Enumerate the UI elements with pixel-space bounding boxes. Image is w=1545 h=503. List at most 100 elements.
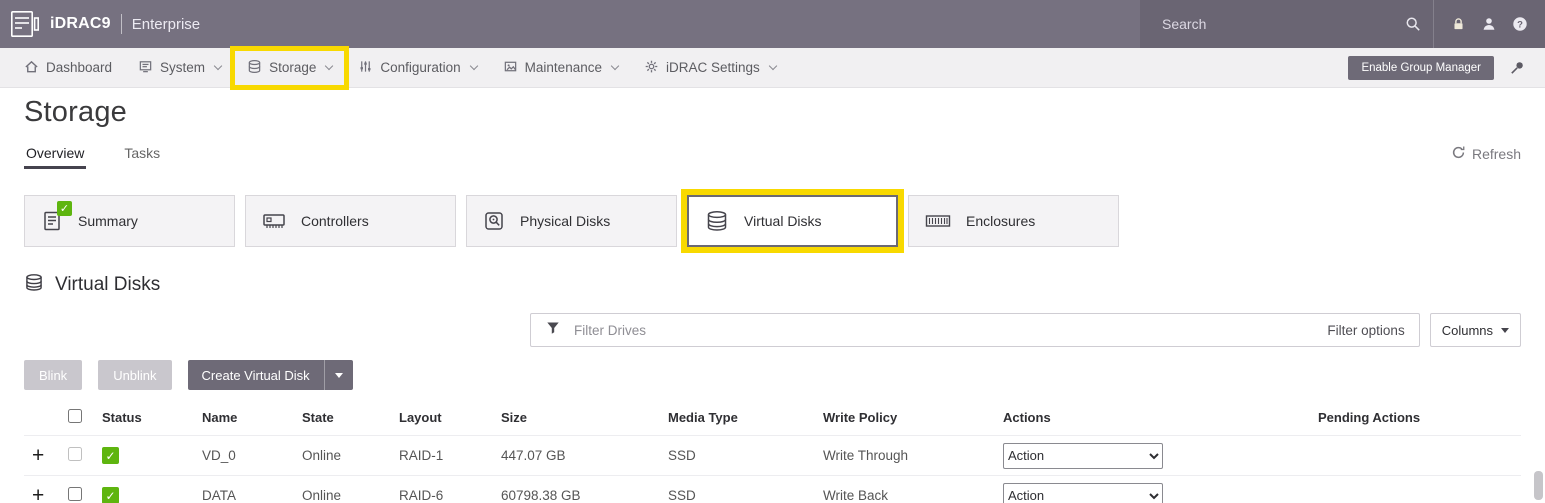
idrac-logo-icon[interactable] (10, 10, 40, 38)
nav-label: iDRAC Settings (666, 60, 760, 75)
table-header-row: Status Name State Layout Size Media Type… (24, 400, 1521, 436)
expand-row-button[interactable] (32, 490, 44, 503)
card-label: Summary (78, 213, 138, 229)
chevron-down-icon (325, 62, 333, 70)
card-summary[interactable]: Summary (24, 195, 235, 247)
refresh-button[interactable]: Refresh (1451, 145, 1521, 169)
status-ok-badge (57, 201, 72, 216)
row-checkbox[interactable] (68, 447, 82, 461)
card-label: Controllers (301, 213, 369, 229)
cell-name: DATA (194, 488, 294, 503)
create-virtual-disk-label[interactable]: Create Virtual Disk (188, 360, 324, 390)
section-header: Virtual Disks (24, 273, 1521, 297)
header-pending-actions: Pending Actions (1310, 410, 1521, 425)
card-virtual-disks[interactable]: Virtual Disks (687, 195, 898, 247)
card-label: Physical Disks (520, 213, 610, 229)
gear-icon (644, 59, 659, 77)
nav-dashboard[interactable]: Dashboard (12, 51, 124, 85)
table-row-data: DATA Online RAID-6 60798.38 GB SSD Write… (24, 476, 1521, 503)
idrac-storage-screen: iDRAC9 Enterprise ? (0, 0, 1545, 503)
caret-down-icon (335, 373, 343, 378)
header-size: Size (493, 410, 660, 425)
card-physical-disks[interactable]: Physical Disks (466, 195, 677, 247)
columns-label: Columns (1442, 323, 1493, 338)
summary-icon (41, 210, 63, 232)
search-area (1140, 0, 1434, 48)
storage-icon (247, 59, 262, 77)
search-input[interactable] (1160, 15, 1405, 33)
tab-tasks[interactable]: Tasks (122, 141, 162, 169)
physical-disk-icon (483, 210, 505, 232)
nav-system[interactable]: System (126, 51, 233, 85)
header-state: State (294, 410, 391, 425)
maintenance-icon (503, 59, 518, 77)
row-action-select[interactable]: Action (1003, 483, 1163, 503)
user-icon[interactable] (1481, 16, 1497, 32)
create-virtual-disk-caret[interactable] (324, 360, 353, 390)
filter-row: Filter options Columns (24, 313, 1521, 347)
unblink-button[interactable]: Unblink (98, 360, 171, 390)
nav-label: Dashboard (46, 60, 112, 75)
main-nav: Dashboard System Storage Configuration M… (0, 48, 1545, 88)
create-virtual-disk-button: Create Virtual Disk (188, 360, 353, 390)
nav-storage[interactable]: Storage (235, 51, 344, 85)
virtual-disks-icon (24, 273, 44, 297)
chevron-down-icon (469, 62, 477, 70)
header-name: Name (194, 410, 294, 425)
home-icon (24, 59, 39, 77)
nav-configuration[interactable]: Configuration (346, 51, 488, 85)
tabs-row: Overview Tasks Refresh (24, 139, 1521, 169)
table-body: VD_0 Online RAID-1 447.07 GB SSD Write T… (24, 436, 1521, 503)
system-icon (138, 59, 153, 77)
filter-drives-input[interactable] (572, 322, 1316, 339)
chevron-down-icon (611, 62, 619, 70)
filter-options-link[interactable]: Filter options (1327, 323, 1404, 338)
nav-maintenance[interactable]: Maintenance (491, 51, 630, 85)
search-icon[interactable] (1405, 16, 1421, 32)
chevron-down-icon (769, 62, 777, 70)
nav-label: Configuration (380, 60, 460, 75)
virtual-disk-icon (705, 210, 729, 232)
top-header: iDRAC9 Enterprise ? (0, 0, 1545, 48)
tab-overview[interactable]: Overview (24, 141, 86, 169)
row-action-select[interactable]: Action (1003, 443, 1163, 469)
header-status: Status (94, 410, 194, 425)
header-layout: Layout (391, 410, 493, 425)
brand-edition: Enterprise (132, 16, 200, 33)
svg-text:?: ? (1517, 19, 1523, 30)
card-enclosures[interactable]: Enclosures (908, 195, 1119, 247)
brand-divider (121, 14, 122, 34)
vertical-scrollbar-thumb[interactable] (1534, 471, 1543, 500)
cell-size: 60798.38 GB (493, 488, 660, 503)
cell-media-type: SSD (660, 488, 815, 503)
caret-down-icon (1501, 328, 1509, 333)
blink-button[interactable]: Blink (24, 360, 82, 390)
enable-group-manager-button[interactable]: Enable Group Manager (1348, 56, 1494, 80)
nav-label: Storage (269, 60, 316, 75)
sliders-icon (358, 59, 373, 77)
storage-nav-cards: Summary Controllers Physical Disks Virtu… (24, 195, 1521, 247)
header-write-policy: Write Policy (815, 410, 995, 425)
pin-icon[interactable] (1509, 60, 1525, 76)
nav-idrac-settings[interactable]: iDRAC Settings (632, 51, 788, 85)
lock-icon[interactable] (1451, 16, 1466, 32)
card-controllers[interactable]: Controllers (245, 195, 456, 247)
status-ok-icon (102, 447, 119, 464)
enclosure-icon (925, 212, 951, 230)
table-row-vd0: VD_0 Online RAID-1 447.07 GB SSD Write T… (24, 436, 1521, 476)
card-label: Enclosures (966, 213, 1035, 229)
card-label: Virtual Disks (744, 213, 822, 229)
filter-box: Filter options (530, 313, 1420, 347)
row-checkbox[interactable] (68, 487, 82, 501)
nav-label: Maintenance (525, 60, 602, 75)
brand-area: iDRAC9 Enterprise (0, 0, 1140, 48)
select-all-checkbox[interactable] (68, 409, 82, 423)
cell-name: VD_0 (194, 448, 294, 463)
cell-state: Online (294, 488, 391, 503)
cell-layout: RAID-6 (391, 488, 493, 503)
help-icon[interactable]: ? (1512, 16, 1528, 32)
columns-dropdown-button[interactable]: Columns (1430, 313, 1521, 347)
nav-right: Enable Group Manager (1348, 56, 1533, 80)
cell-state: Online (294, 448, 391, 463)
expand-row-button[interactable] (32, 450, 44, 465)
